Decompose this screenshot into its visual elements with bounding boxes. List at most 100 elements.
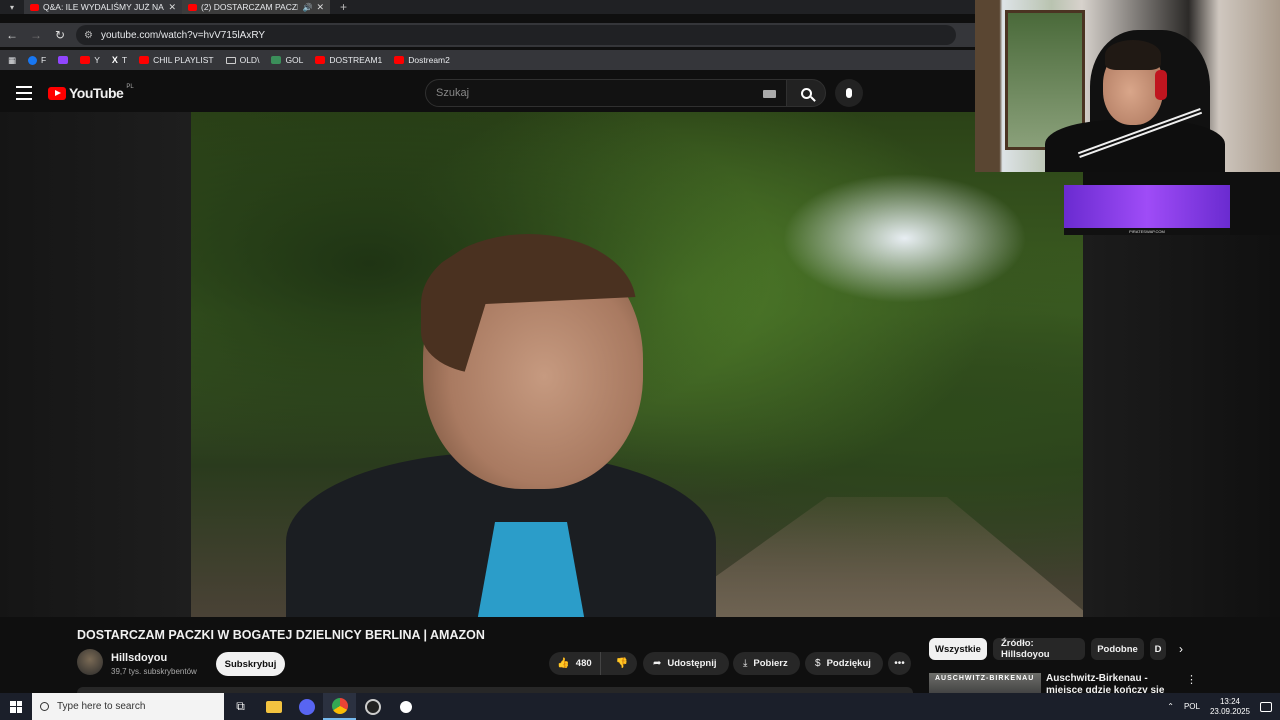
webcam-overlay [975, 0, 1280, 172]
player-right-gutter [1083, 235, 1280, 617]
bookmark-dostream2[interactable]: Dostream2 [394, 55, 450, 65]
subscriber-count: 39,7 tys. subskrybentów [111, 667, 197, 676]
bookmark-twitch[interactable] [58, 56, 69, 64]
bookmark-label: T [121, 55, 128, 65]
bookmark-label: F [41, 55, 47, 65]
thumbs-up-icon: 👍 [557, 658, 570, 669]
share-label: Udostępnij [667, 658, 717, 669]
country-code: PL [126, 84, 134, 90]
system-tray: ⌃ POL 13:24 23.09.2025 [1167, 693, 1280, 720]
keyboard-icon[interactable] [763, 90, 776, 98]
youtube-icon [394, 56, 405, 64]
windows-taskbar: Type here to search ⧉ ⌃ POL 13:24 23.09.… [0, 693, 1280, 720]
headset-icon [1155, 70, 1167, 100]
clock-time: 13:24 [1219, 696, 1240, 706]
map-pin-icon[interactable] [389, 693, 422, 720]
bookmark-t[interactable]: XT [112, 55, 127, 65]
download-icon: ⤓ [743, 658, 748, 669]
video-player[interactable] [191, 112, 1083, 617]
bookmark-y[interactable]: Y [80, 55, 100, 65]
youtube-play-icon [48, 86, 66, 100]
x-icon: X [111, 55, 118, 65]
webcam-person-hair [1105, 40, 1161, 70]
banner-text: PIRATESWAP.COM [1064, 228, 1230, 235]
youtube-header: YouTube PL Szukaj [0, 74, 975, 112]
webcam-person-body [1045, 120, 1225, 172]
search-icon [40, 702, 49, 711]
sponsor-banner: PIRATESWAP.COM [1064, 185, 1230, 235]
youtube-logo[interactable]: YouTube PL [48, 84, 134, 101]
bookmark-label: CHIL PLAYLIST [153, 55, 214, 65]
apps-icon[interactable]: ▦ [8, 55, 16, 66]
site-info-icon[interactable]: ⚙ [84, 30, 93, 41]
bookmark-label: DOSTREAM1 [329, 55, 383, 65]
recommendation-title[interactable]: Auschwitz-Birkenau - miejsce gdzie kończ… [1046, 673, 1176, 693]
thanks-button[interactable]: $ Podziękuj [805, 652, 883, 675]
task-view-icon[interactable]: ⧉ [224, 693, 257, 720]
youtube-icon [188, 3, 197, 11]
speaker-icon[interactable]: 🔊 [302, 3, 312, 12]
thumbs-down-icon: 👎 [615, 658, 629, 669]
download-label: Pobierz [753, 658, 788, 669]
youtube-icon [80, 56, 91, 64]
language-indicator[interactable]: POL [1184, 702, 1200, 711]
close-tab-icon[interactable]: ✕ [316, 2, 324, 13]
new-tab-button[interactable]: + [340, 0, 347, 14]
url-field[interactable]: ⚙ youtube.com/watch?v=hvV715lAxRY [76, 25, 956, 45]
channel-avatar[interactable] [77, 649, 103, 675]
bookmark-chil-playlist[interactable]: CHIL PLAYLIST [139, 55, 214, 65]
start-button[interactable] [0, 693, 32, 720]
channel-name[interactable]: Hillsdoyou [111, 652, 167, 664]
browser-tab-1[interactable]: Q&A: ILE WYDALIŚMY JUŻ NA ✕ [24, 0, 182, 14]
recommendation-thumbnail[interactable]: AUSCHWITZ-BIRKENAU [929, 673, 1041, 693]
logo-text: YouTube [69, 85, 124, 101]
voice-search-button[interactable] [835, 79, 863, 107]
chip-from-channel[interactable]: Źródło: Hillsdoyou [993, 638, 1085, 660]
youtube-icon [139, 56, 150, 64]
chrome-icon[interactable] [323, 693, 356, 720]
facebook-icon [28, 55, 38, 65]
taskbar-search-placeholder: Type here to search [57, 701, 146, 712]
url-text: youtube.com/watch?v=hvV715lAxRY [100, 29, 266, 41]
bookmark-f[interactable]: F [28, 55, 46, 65]
file-explorer-icon[interactable] [257, 693, 290, 720]
chevron-right-icon[interactable]: › [1172, 640, 1190, 658]
kebab-menu-icon[interactable]: ⋮ [1186, 673, 1197, 686]
menu-icon[interactable] [16, 86, 32, 100]
search-button[interactable] [786, 79, 826, 107]
windows-icon [10, 700, 22, 713]
player-side-gutter [0, 112, 191, 617]
bookmark-label: GOL [285, 55, 304, 65]
youtube-icon [315, 56, 326, 64]
discord-icon[interactable] [290, 693, 323, 720]
dislike-button[interactable]: 👎 [607, 658, 637, 669]
back-icon[interactable]: ← [0, 28, 24, 42]
bookmark-dostream1[interactable]: DOSTREAM1 [315, 55, 382, 65]
like-count: 480 [575, 658, 592, 669]
like-button[interactable]: 👍 480 [549, 652, 601, 675]
obs-icon[interactable] [356, 693, 389, 720]
chip-related[interactable]: Podobne [1091, 638, 1144, 660]
forward-icon[interactable]: → [24, 28, 48, 42]
subscribe-button[interactable]: Subskrybuj [216, 652, 285, 676]
bookmark-gol[interactable]: GOL [271, 55, 303, 65]
chevron-up-icon[interactable]: ⌃ [1167, 702, 1174, 711]
search-input[interactable]: Szukaj [425, 79, 787, 107]
more-actions-icon[interactable]: ••• [888, 652, 911, 675]
download-button[interactable]: ⤓ Pobierz [733, 652, 800, 675]
tab-search-menu-button[interactable]: ▾ [0, 0, 24, 14]
reload-icon[interactable]: ↻ [48, 28, 72, 42]
bookmark-folder-old[interactable]: OLD\ [225, 55, 259, 65]
thanks-label: Podziękuj [826, 658, 871, 669]
tab-title: Q&A: ILE WYDALIŚMY JUŻ NA [43, 2, 164, 12]
thanks-icon: $ [815, 658, 821, 669]
share-button[interactable]: ➦ Udostępnij [643, 652, 729, 675]
taskbar-search-input[interactable]: Type here to search [32, 693, 224, 720]
chip-all[interactable]: Wszystkie [929, 638, 987, 660]
clock[interactable]: 13:24 23.09.2025 [1210, 697, 1250, 717]
close-tab-icon[interactable]: ✕ [168, 2, 176, 13]
notification-icon[interactable] [1260, 701, 1272, 712]
chip-partial[interactable]: D [1150, 638, 1166, 660]
bookmarks-bar: ▦ F Y XT CHIL PLAYLIST OLD\ GOL DOSTREAM… [0, 50, 975, 70]
browser-tab-2[interactable]: (2) DOSTARCZAM PACZKI W 🔊 ✕ [182, 0, 330, 14]
